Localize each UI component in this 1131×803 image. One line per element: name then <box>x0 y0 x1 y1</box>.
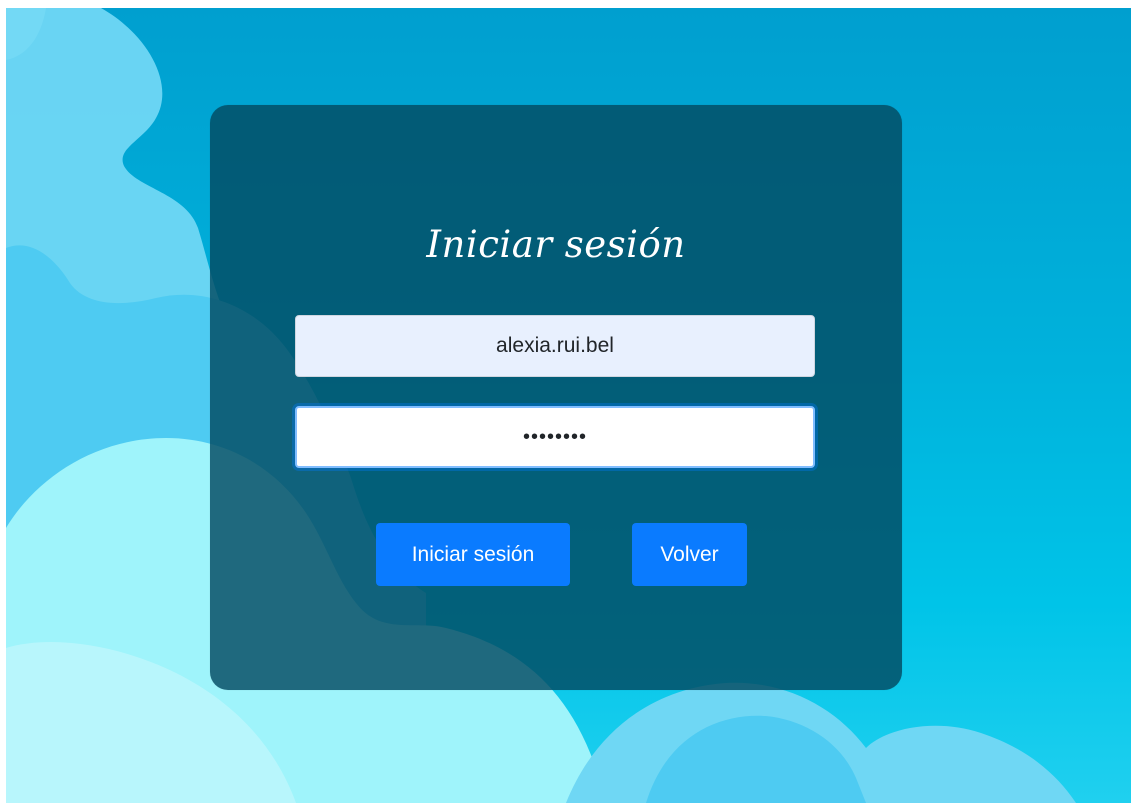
login-button[interactable]: Iniciar sesión <box>376 523 570 586</box>
back-button[interactable]: Volver <box>632 523 747 586</box>
username-input[interactable] <box>295 315 815 377</box>
password-input[interactable] <box>295 406 815 468</box>
page-title: Iniciar sesión <box>426 223 686 266</box>
login-card: Iniciar sesión Iniciar sesión Volver <box>210 105 902 690</box>
page-background: Iniciar sesión Iniciar sesión Volver <box>6 8 1131 803</box>
